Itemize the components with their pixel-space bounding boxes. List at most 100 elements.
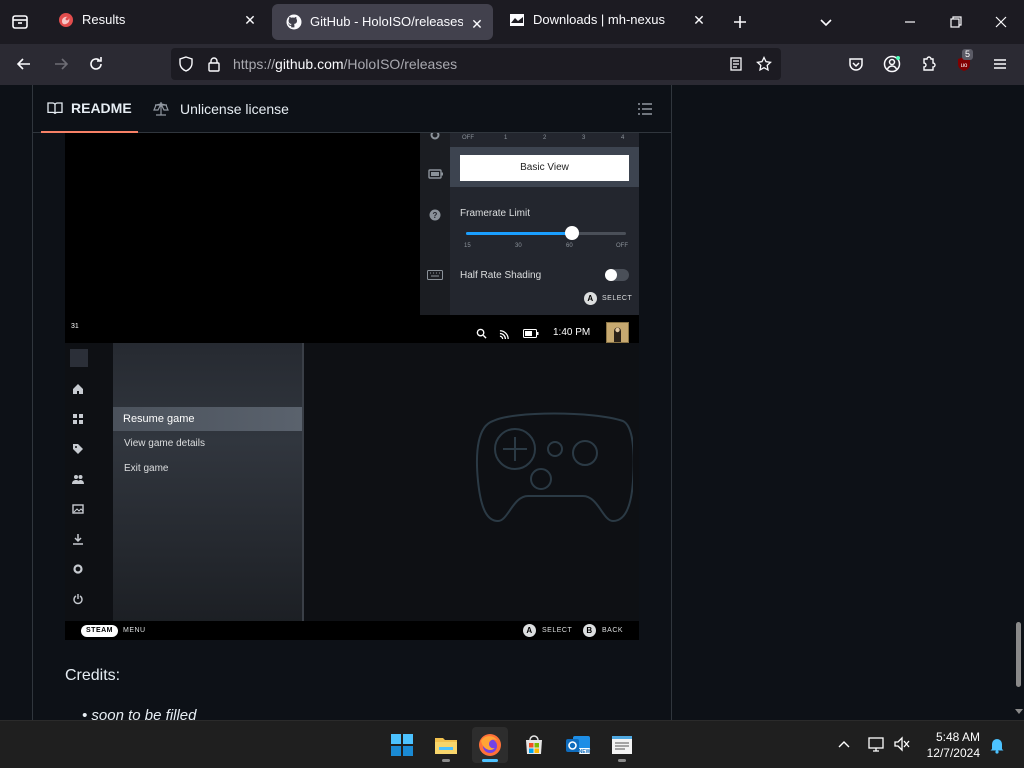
qam-side-rail [420,133,450,315]
tab-readme[interactable]: README [41,85,138,133]
home-icon[interactable] [72,383,84,395]
framerate-tick: OFF [616,243,628,249]
new-tab-button[interactable] [730,12,750,32]
settings-gear-icon[interactable] [72,563,84,575]
restore-icon [950,16,962,28]
download-icon[interactable] [72,533,84,545]
a-button-icon: A [523,624,536,637]
scrollbar-thumb[interactable] [1016,622,1021,687]
avatar[interactable] [606,322,629,343]
law-icon [153,102,169,116]
tab-title: Downloads | mh-nexus [533,12,665,27]
framerate-slider[interactable] [466,226,626,240]
running-indicator [618,759,626,762]
store-tag-icon[interactable] [72,443,84,455]
arrow-left-icon [16,58,30,70]
plus-icon [734,16,746,28]
controller-icon [475,412,633,523]
lock-icon[interactable] [206,56,222,72]
page-scrollbar[interactable] [1013,85,1024,720]
menu-item-view-game-details[interactable]: View game details [113,432,302,456]
firefox-taskbar-button[interactable] [472,727,508,763]
svg-text:NEW: NEW [579,749,591,755]
steam-qam-panel: ? OFF 1 2 3 4 Basic View Framerate Limit… [420,133,639,315]
back-button[interactable] [14,54,34,74]
tab-results[interactable]: Results ✕ [44,0,270,40]
pocket-button[interactable] [846,54,866,74]
notepad-button[interactable] [604,727,640,763]
network-button[interactable] [867,736,885,752]
firefox-view-button[interactable] [10,12,30,32]
restore-button[interactable] [946,12,966,32]
extensions-button[interactable] [918,54,938,74]
outline-button[interactable] [637,101,653,117]
store-bag-icon [526,735,542,754]
running-indicator [482,759,498,762]
half-rate-toggle[interactable] [605,269,629,281]
basic-view-button[interactable]: Basic View [460,155,629,181]
volume-button[interactable] [893,736,911,752]
steam-button-icon: STEAM [81,625,118,637]
tab-license[interactable]: Unlicense license [153,85,289,133]
mh-nexus-icon [510,14,524,26]
bookmark-star-icon[interactable] [756,56,772,72]
start-button[interactable] [384,727,420,763]
tab-mh-nexus[interactable]: Downloads | mh-nexus ✕ [495,0,717,40]
library-grid-icon[interactable] [72,413,84,425]
address-bar[interactable]: https://github.com/HoloISO/releases [171,48,781,80]
ublock-button[interactable]: uo 5 [954,49,974,74]
app-menu-button[interactable] [990,54,1010,74]
tab-close-icon[interactable]: ✕ [242,12,258,28]
minimize-icon [905,21,915,23]
hamburger-menu-icon [994,59,1006,69]
firefox-icon [479,734,501,756]
url-path: /HoloISO/releases [343,56,458,72]
tab-close-icon[interactable]: ✕ [469,16,485,32]
friends-icon[interactable] [72,473,84,485]
tab-title: GitHub - HoloISO/releases: To [310,14,463,29]
status-time: 1:40 PM [553,327,591,338]
microsoft-store-button[interactable] [516,727,552,763]
select-hint: A SELECT [584,292,632,305]
pocket-icon [849,58,863,71]
slider-knob[interactable] [564,226,579,240]
show-hidden-icons-button[interactable] [836,736,852,752]
notifications-button[interactable] [988,736,1006,754]
list-all-tabs-button[interactable] [816,12,836,32]
shield-icon[interactable] [178,56,194,72]
github-icon [286,14,302,30]
media-icon[interactable] [72,503,84,515]
tab-license-label: Unlicense license [180,101,289,117]
outlook-button[interactable]: NEW [560,727,596,763]
windows-taskbar: NEW 5:48 AM 12/7/2024 [0,720,1024,768]
navigation-toolbar: https://github.com/HoloISO/releases uo 5 [0,44,1024,85]
menu-item-exit-game[interactable]: Exit game [113,457,302,481]
windows-logo-icon [391,734,413,756]
reload-button[interactable] [86,54,106,74]
firefox-view-icon [12,15,28,29]
upscale-ticks: OFF 1 2 3 4 [460,133,630,147]
notepad-icon [612,736,632,754]
slider-fill [466,232,572,235]
file-explorer-button[interactable] [428,727,464,763]
menu-item-resume-game[interactable]: Resume game [113,407,302,431]
minimize-button[interactable] [900,12,920,32]
framerate-label: Framerate Limit [460,208,531,219]
battery-icon [523,329,539,338]
account-button[interactable] [882,54,902,74]
battery-icon [428,169,443,179]
framerate-tick: 60 [566,243,573,249]
framerate-ticks: 15 30 60 OFF [464,243,634,257]
taskbar-clock[interactable]: 5:48 AM 12/7/2024 [927,729,980,761]
scroll-down-arrow-icon[interactable] [1015,709,1023,715]
url-prefix: https:// [233,56,276,72]
reader-view-icon[interactable] [728,56,744,72]
footer-menu-label: MENU [123,627,146,634]
status-number: 31 [71,323,79,330]
power-icon[interactable] [72,593,84,605]
tab-close-icon[interactable]: ✕ [691,12,707,28]
forward-button[interactable] [51,54,71,74]
url-text[interactable]: https://github.com/HoloISO/releases [233,56,457,72]
tab-github[interactable]: GitHub - HoloISO/releases: To ✕ [272,4,493,40]
close-window-button[interactable] [991,12,1011,32]
